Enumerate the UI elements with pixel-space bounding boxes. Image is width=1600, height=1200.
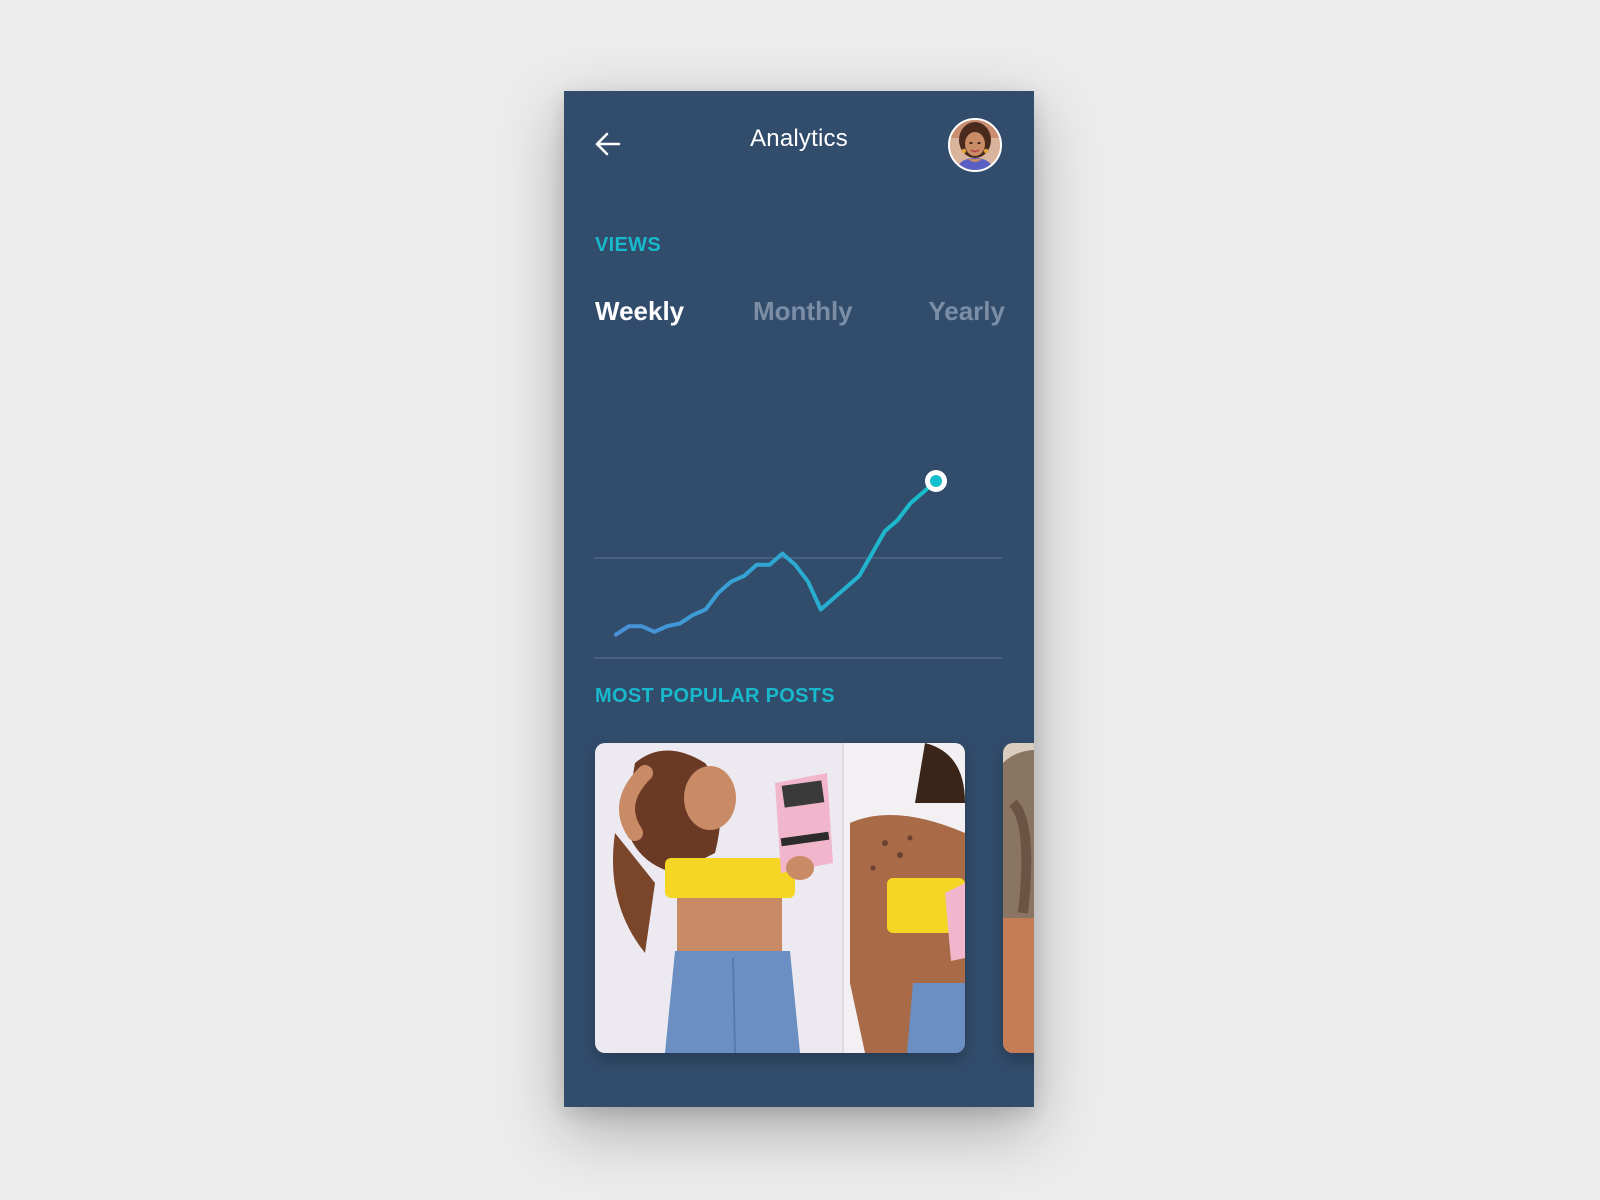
views-line-chart [594,470,1002,659]
user-avatar[interactable] [948,118,1002,172]
tab-yearly[interactable]: Yearly [928,296,1005,327]
avatar-image [950,120,1000,170]
popular-post-card[interactable] [1003,743,1034,1053]
tab-weekly[interactable]: Weekly [595,296,684,327]
post-photo-2 [1003,743,1034,1053]
latest-point-dot [930,475,942,487]
tab-monthly[interactable]: Monthly [753,296,853,327]
analytics-screen: Analytics VIEWS Weekly Monthly Yearly MO… [564,91,1034,1107]
popular-posts-label: MOST POPULAR POSTS [595,685,835,707]
post-photo-1 [595,743,965,1053]
app-header: Analytics [564,91,1034,191]
views-section-label: VIEWS [595,234,661,256]
popular-posts-carousel [595,743,1034,1057]
popular-post-card[interactable] [595,743,965,1053]
period-tabs: Weekly Monthly Yearly [595,296,1005,336]
views-chart [564,431,1034,691]
